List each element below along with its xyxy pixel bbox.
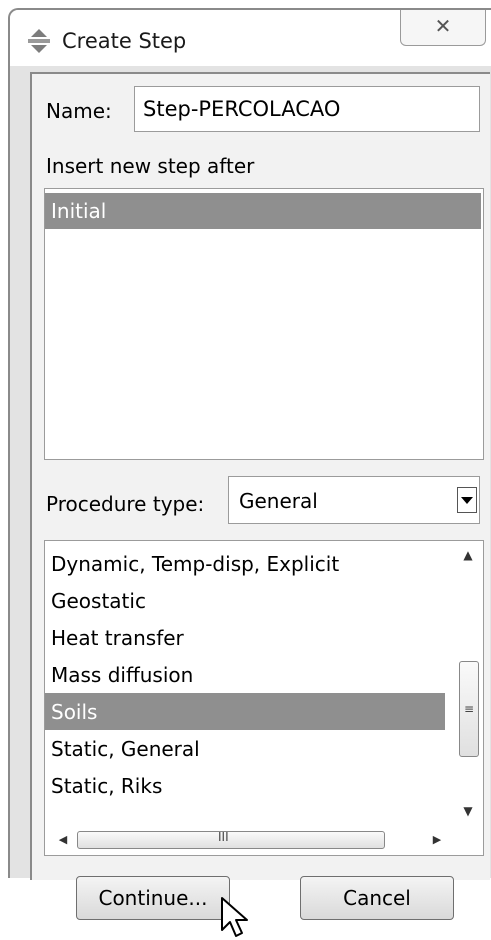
procedure-type-select[interactable]: General [228,476,480,524]
name-input[interactable]: Step-PERCOLACAO [134,86,480,132]
list-item[interactable]: Dynamic, Temp-disp, Explicit [45,545,445,582]
insert-after-label: Insert new step after [46,154,255,178]
scroll-left-icon[interactable]: ◀ [51,825,75,855]
dialog-body: Name: Step-PERCOLACAO Insert new step af… [30,72,490,937]
close-icon: ✕ [434,14,452,38]
step-icon [28,29,50,53]
list-item-selected[interactable]: Soils [45,693,445,730]
chevron-down-icon[interactable] [457,487,477,513]
procedure-type-value: General [239,489,318,513]
title-bar: Create Step ✕ [10,10,491,66]
grip-icon: III [218,830,229,844]
list-item[interactable]: Static, General [45,730,445,767]
scroll-down-icon[interactable]: ▼ [453,797,483,825]
create-step-dialog: Create Step ✕ Name: Step-PERCOLACAO Inse… [8,8,491,937]
step-list-item-initial[interactable]: Initial [45,193,481,229]
list-item[interactable]: Static, Riks [45,767,445,804]
horizontal-scroll-thumb[interactable]: III [77,830,385,849]
scroll-right-icon[interactable]: ▶ [425,825,449,855]
dialog-title: Create Step [62,29,187,53]
list-item[interactable]: Mass diffusion [45,656,445,693]
cancel-button[interactable]: Cancel [300,876,454,920]
step-list[interactable]: Initial [44,188,484,460]
grip-icon: ≡ [464,702,475,716]
pointer-cursor-icon [221,897,248,937]
procedure-type-label: Procedure type: [46,492,205,516]
horizontal-scrollbar[interactable]: ◀ III ▶ [45,825,455,855]
close-button[interactable]: ✕ [400,10,486,46]
name-label: Name: [46,99,112,123]
list-item[interactable]: Heat transfer [45,619,445,656]
vertical-scroll-thumb[interactable]: ≡ [459,661,479,757]
procedure-list[interactable]: Dynamic, Temp-disp, Explicit Geostatic H… [44,540,484,856]
continue-button[interactable]: Continue... [76,876,230,920]
scroll-up-icon[interactable]: ▲ [453,541,483,569]
name-input-value: Step-PERCOLACAO [143,97,341,121]
list-item[interactable]: Geostatic [45,582,445,619]
vertical-scrollbar[interactable]: ▲ ≡ ▼ [453,541,483,825]
